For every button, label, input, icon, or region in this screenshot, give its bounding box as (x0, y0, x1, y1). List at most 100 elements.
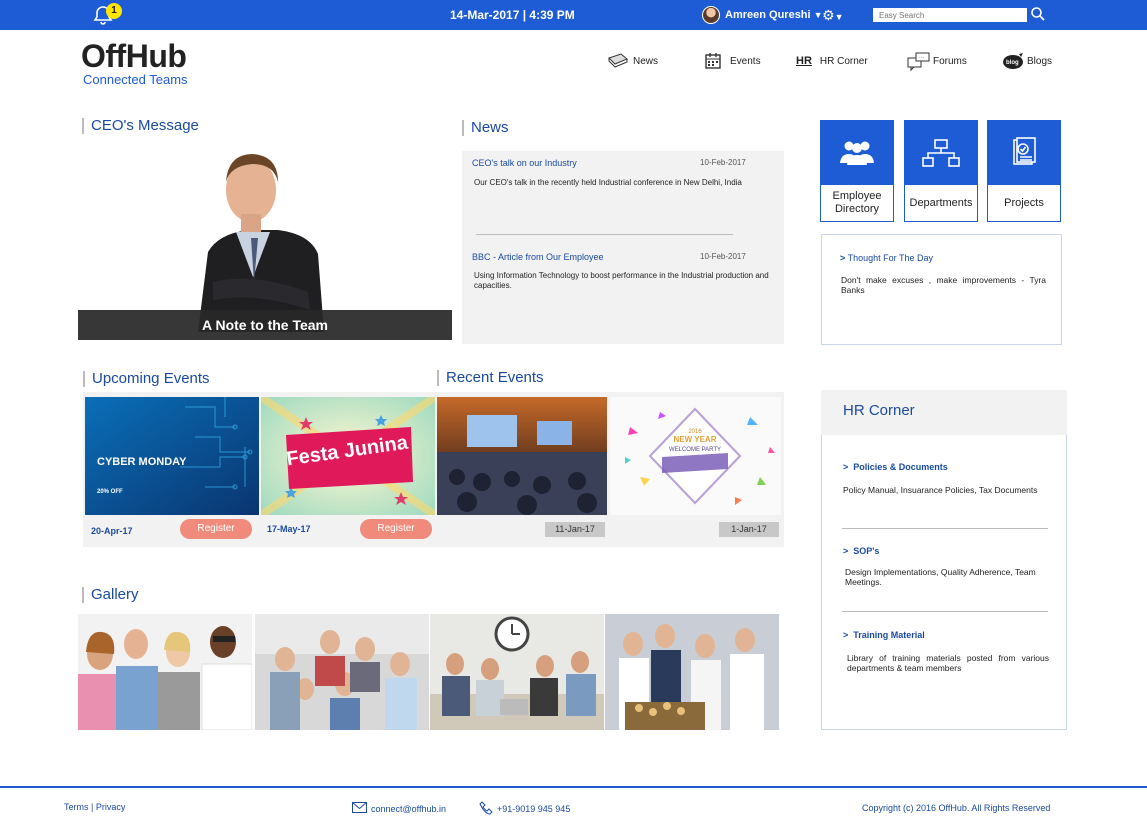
hr-link-policies[interactable]: > Policies & Documents (843, 462, 948, 472)
news-item-title[interactable]: BBC - Article from Our Employee (472, 252, 604, 262)
upcoming-events-heading: Upcoming Events (83, 371, 210, 387)
svg-text:···: ··· (919, 55, 924, 61)
chevron-right-icon: > (843, 630, 849, 640)
tile-projects[interactable]: Projects (987, 120, 1061, 222)
news-item-date: 10-Feb-2017 (700, 252, 746, 261)
nav-label: HR Corner (819, 55, 868, 67)
chevron-right-icon: > (843, 462, 849, 472)
hr-divider (842, 611, 1048, 612)
notification-badge: 1 (106, 3, 122, 19)
tile-departments[interactable]: Departments (904, 120, 978, 222)
recent-events-heading: Recent Events (437, 370, 544, 386)
nav-label: News (633, 55, 659, 67)
chevron-down-icon: ▼ (834, 12, 844, 22)
user-menu[interactable]: Amreen Qureshi ▼ (725, 9, 823, 21)
footer-separator: | (88, 802, 96, 812)
terms-link[interactable]: Terms (64, 802, 89, 812)
blog-icon: blog (1001, 52, 1023, 70)
phone-number: +91-9019 945 945 (497, 804, 571, 814)
thought-heading: > Thought For The Day (840, 253, 933, 263)
gallery-photo[interactable] (78, 614, 252, 730)
hr-item-body: Design Implementations, Quality Adherenc… (845, 567, 1036, 587)
nav-label: Blogs (1027, 55, 1053, 67)
event-image-discount: 20% OFF (97, 489, 123, 495)
newspaper-icon (607, 52, 629, 70)
news-divider (476, 234, 733, 235)
nav-hr-corner[interactable]: HR HR Corner (796, 50, 868, 72)
tile-label: Departments (909, 196, 973, 209)
nav-label: Forums (933, 55, 967, 67)
ceo-heading: CEO's Message (82, 118, 199, 134)
tile-label: Projects (1004, 196, 1044, 209)
register-button[interactable]: Register (180, 519, 252, 539)
event-image-title: NEW YEAR (674, 435, 717, 444)
hr-item-title: Training Material (853, 630, 925, 640)
tile-label: Employee Directory (832, 190, 882, 215)
hr-item-body: Policy Manual, Insuarance Policies, Tax … (843, 485, 1038, 495)
nav-news[interactable]: News (607, 50, 658, 72)
news-item-title[interactable]: CEO's talk on our Industry (472, 158, 577, 168)
user-avatar[interactable] (702, 6, 720, 24)
tile-employee-directory[interactable]: Employee Directory (820, 120, 894, 222)
logo-tagline: Connected Teams (83, 72, 188, 87)
gallery-photo[interactable] (255, 614, 429, 730)
news-item-body: Our CEO's talk in the recently held Indu… (474, 178, 742, 187)
nav-events[interactable]: Events (704, 50, 761, 72)
team-icon (821, 121, 893, 185)
email-address: connect@offhub.in (371, 803, 447, 814)
event-date: 20-Apr-17 (91, 526, 133, 536)
thought-body: Don't make excuses , make improvements -… (841, 275, 1046, 295)
nav-label: Events (730, 55, 761, 67)
footer-email[interactable]: connect@offhub.in (352, 802, 446, 815)
hr-corner-header: HR Corner (821, 390, 1067, 435)
calendar-icon (704, 52, 726, 70)
hr-item-title: SOP's (853, 546, 880, 556)
mail-icon (352, 802, 367, 815)
event-image-title: CYBER MONDAY (97, 456, 187, 468)
event-image-cyber-monday[interactable]: CYBER MONDAY 20% OFF (85, 397, 259, 515)
event-image-new-year-party[interactable]: 2016 NEW YEAR WELCOME PARTY (610, 397, 781, 515)
news-item-body: Using Information Technology to boost pe… (474, 271, 769, 290)
hr-item-body: Library of training materials posted fro… (847, 653, 1049, 673)
event-image-subtitle: WELCOME PARTY (669, 447, 721, 453)
footer-divider (0, 786, 1147, 788)
nav-forums[interactable]: ··· Forums (907, 50, 967, 72)
settings-menu[interactable]: ⚙▼ (822, 7, 846, 23)
user-name: Amreen Qureshi (725, 9, 811, 21)
footer-phone[interactable]: +91-9019 945 945 (479, 801, 570, 817)
recent-event-date: 1-Jan-17 (719, 522, 779, 537)
chevron-right-icon: > (843, 546, 849, 556)
news-heading: News (462, 120, 509, 136)
hr-icon: HR (796, 55, 812, 67)
hr-divider (842, 528, 1048, 529)
org-chart-icon (905, 121, 977, 185)
clipboard-icon (988, 121, 1060, 185)
register-button[interactable]: Register (360, 519, 432, 539)
gear-icon: ⚙ (822, 7, 835, 23)
forum-icon: ··· (907, 52, 930, 72)
copyright: Copyright (c) 2016 OffHub. All Rights Re… (862, 803, 1051, 813)
footer-links: Terms | Privacy (64, 802, 125, 812)
gallery-heading: Gallery (82, 587, 139, 603)
nav-blogs[interactable]: blog Blogs (1001, 50, 1052, 72)
phone-icon (479, 801, 493, 817)
gallery-photo[interactable] (430, 614, 604, 730)
news-item-date: 10-Feb-2017 (700, 158, 746, 167)
hr-item-title: Policies & Documents (853, 462, 948, 472)
search-icon[interactable] (1030, 6, 1046, 22)
hr-link-training[interactable]: > Training Material (843, 630, 925, 640)
search-input[interactable] (873, 8, 1027, 22)
gallery-photo[interactable] (605, 614, 779, 730)
current-datetime: 14-Mar-2017 | 4:39 PM (450, 8, 575, 22)
event-image-conference[interactable] (437, 397, 607, 515)
logo-wordmark[interactable]: OffHub (81, 38, 187, 75)
event-image-festa-junina[interactable]: Festa Junina (261, 397, 435, 515)
svg-text:blog: blog (1006, 60, 1019, 66)
ceo-caption[interactable]: A Note to the Team (78, 310, 452, 340)
chevron-right-icon: > (840, 253, 846, 263)
thought-title: Thought For The Day (847, 253, 933, 263)
privacy-link[interactable]: Privacy (96, 802, 126, 812)
event-date: 17-May-17 (267, 524, 311, 534)
hr-corner-heading: HR Corner (843, 402, 915, 419)
hr-link-sops[interactable]: > SOP's (843, 546, 879, 556)
